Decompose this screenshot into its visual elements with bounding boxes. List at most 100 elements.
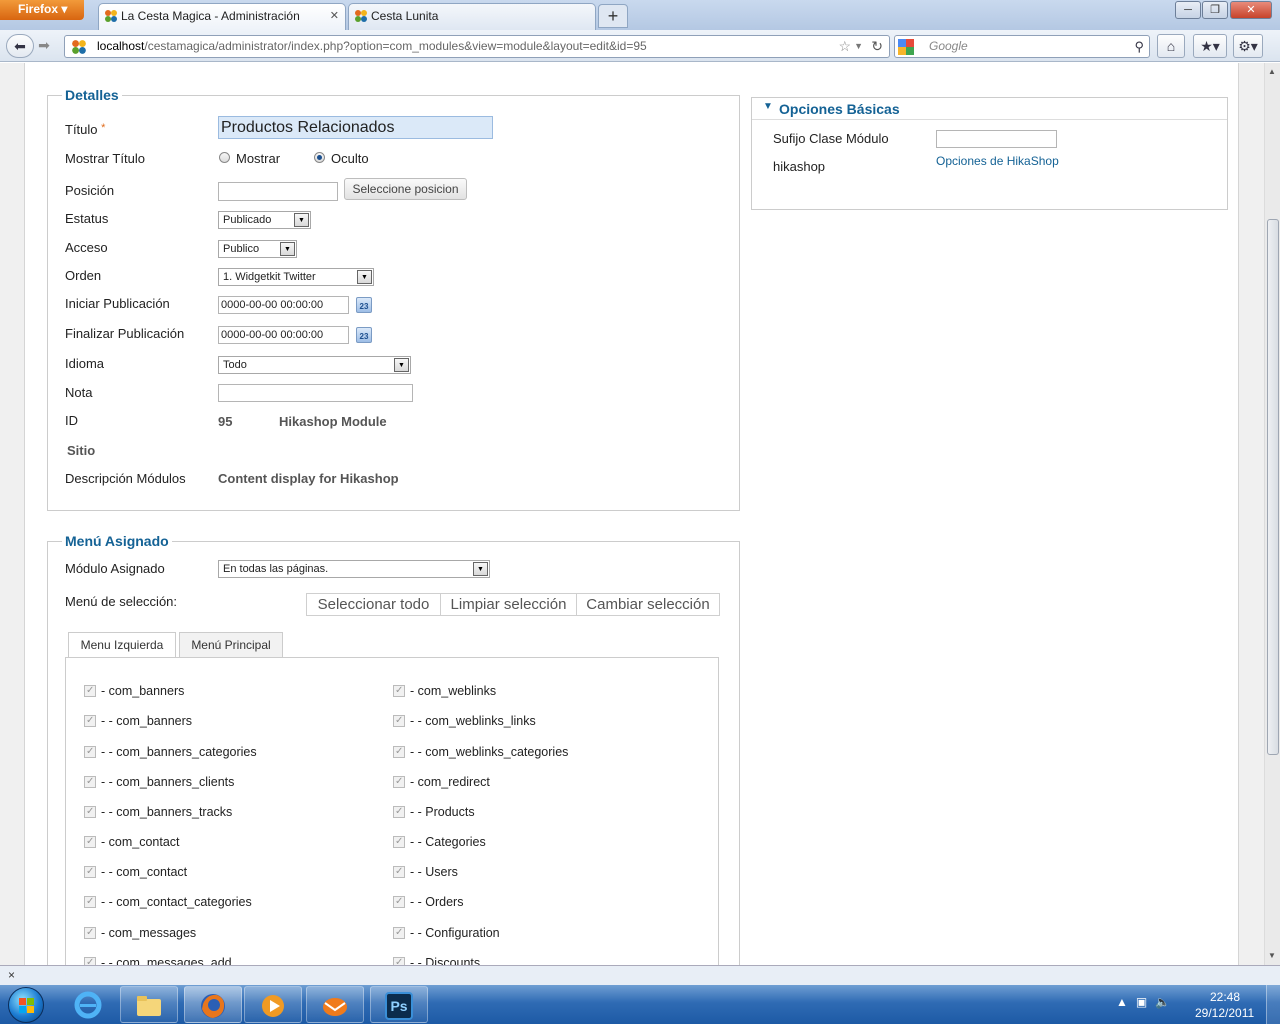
back-button[interactable]: ⬅ bbox=[6, 34, 34, 58]
seleccionar-todo-button[interactable]: Seleccionar todo bbox=[306, 593, 441, 616]
checkbox-checked-icon[interactable] bbox=[393, 895, 405, 909]
clock-date[interactable]: 29/12/2011 bbox=[1195, 1006, 1254, 1020]
tab-cesta-lunita[interactable]: Cesta Lunita bbox=[348, 3, 596, 30]
acceso-select[interactable]: Publico ▼ bbox=[218, 240, 297, 258]
minimize-button[interactable]: ─ bbox=[1175, 1, 1201, 19]
checkbox-checked-icon[interactable] bbox=[393, 775, 405, 789]
checkbox-checked-icon[interactable] bbox=[393, 835, 405, 849]
modulo-asignado-select[interactable]: En todas las páginas. ▼ bbox=[218, 560, 490, 578]
firefox-menu-button[interactable]: Firefox ▾ bbox=[0, 0, 84, 20]
network-icon[interactable]: ▣ bbox=[1136, 995, 1155, 1009]
scrollbar-thumb[interactable] bbox=[1267, 219, 1279, 755]
taskbar-firefox[interactable] bbox=[184, 986, 242, 1023]
menu-item[interactable]: - - Orders bbox=[393, 895, 463, 911]
checkbox-checked-icon[interactable] bbox=[84, 775, 96, 789]
estatus-select[interactable]: Publicado ▼ bbox=[218, 211, 311, 229]
tab-menu-principal[interactable]: Menú Principal bbox=[179, 632, 283, 658]
posicion-input[interactable] bbox=[218, 182, 338, 201]
bookmark-star-icon[interactable]: ☆ bbox=[838, 36, 851, 57]
calendar-icon[interactable]: 23 bbox=[356, 297, 372, 313]
tab-menu-izquierda[interactable]: Menu Izquierda bbox=[68, 632, 176, 659]
checkbox-checked-icon[interactable] bbox=[84, 835, 96, 849]
menu-item[interactable]: - - com_weblinks_categories bbox=[393, 745, 568, 761]
scroll-up-icon[interactable]: ▲ bbox=[1268, 67, 1276, 76]
forward-button[interactable]: ➡ bbox=[34, 34, 54, 58]
taskbar-internet-explorer[interactable] bbox=[60, 986, 118, 1023]
menu-item[interactable]: - - Users bbox=[393, 865, 458, 881]
taskbar-media-player[interactable] bbox=[244, 986, 302, 1023]
checkbox-checked-icon[interactable] bbox=[84, 714, 96, 728]
menu-item[interactable]: - - Discounts bbox=[393, 956, 480, 965]
checkbox-checked-icon[interactable] bbox=[393, 714, 405, 728]
mostrar-radio[interactable] bbox=[219, 152, 230, 163]
tray-expand-icon[interactable]: ▲ bbox=[1116, 995, 1136, 1009]
bookmarks-button[interactable]: ★▾ bbox=[1193, 34, 1227, 58]
titulo-input[interactable]: Productos Relacionados bbox=[218, 116, 493, 139]
checkbox-checked-icon[interactable] bbox=[84, 805, 96, 819]
menu-item[interactable]: - - Products bbox=[393, 805, 475, 821]
search-icon[interactable]: ⚲ bbox=[1134, 36, 1144, 57]
sufijo-clase-input[interactable] bbox=[936, 130, 1057, 148]
checkbox-checked-icon[interactable] bbox=[393, 865, 405, 879]
menu-item[interactable]: - com_contact bbox=[84, 835, 180, 851]
window-close-button[interactable]: ✕ bbox=[1230, 1, 1272, 19]
url-bar[interactable]: localhost/cestamagica/administrator/inde… bbox=[64, 35, 890, 58]
reload-icon[interactable]: ↻ bbox=[871, 36, 883, 57]
menu-item[interactable]: - com_redirect bbox=[393, 775, 490, 791]
calendar-icon[interactable]: 23 bbox=[356, 327, 372, 343]
checkbox-checked-icon[interactable] bbox=[84, 684, 96, 698]
menu-item[interactable]: - com_messages bbox=[84, 926, 196, 942]
orden-select[interactable]: 1. Widgetkit Twitter ▼ bbox=[218, 268, 374, 286]
tab-close-icon[interactable]: ✕ bbox=[330, 4, 339, 28]
taskbar-mail[interactable] bbox=[306, 986, 364, 1023]
menu-item[interactable]: - - com_banners_clients bbox=[84, 775, 234, 791]
volume-icon[interactable]: 🔈 bbox=[1155, 995, 1178, 1009]
checkbox-checked-icon[interactable] bbox=[84, 895, 96, 909]
scroll-down-icon[interactable]: ▼ bbox=[1268, 951, 1276, 960]
menu-item[interactable]: - com_weblinks bbox=[393, 684, 496, 700]
nota-input[interactable] bbox=[218, 384, 413, 402]
opciones-hikashop-link[interactable]: Opciones de HikaShop bbox=[936, 154, 1059, 168]
opciones-basicas-header[interactable]: ▼ Opciones Básicas bbox=[752, 98, 1227, 120]
taskbar-windows-explorer[interactable] bbox=[120, 986, 178, 1023]
addon-button[interactable]: ⚙▾ bbox=[1233, 34, 1263, 58]
checkbox-checked-icon[interactable] bbox=[393, 956, 405, 965]
maximize-button[interactable]: ❐ bbox=[1202, 1, 1228, 19]
checkbox-checked-icon[interactable] bbox=[84, 865, 96, 879]
home-button[interactable]: ⌂ bbox=[1157, 34, 1185, 58]
checkbox-checked-icon[interactable] bbox=[393, 684, 405, 698]
show-desktop-button[interactable] bbox=[1266, 985, 1280, 1024]
menu-item[interactable]: - com_banners bbox=[84, 684, 184, 700]
checkbox-checked-icon[interactable] bbox=[84, 956, 96, 965]
menu-item[interactable]: - - com_weblinks_links bbox=[393, 714, 536, 730]
close-icon[interactable]: × bbox=[8, 968, 15, 982]
checkbox-checked-icon[interactable] bbox=[393, 805, 405, 819]
tab-admin[interactable]: La Cesta Magica - Administración ✕ bbox=[98, 3, 346, 30]
menu-item[interactable]: - - com_banners_categories bbox=[84, 745, 257, 761]
vertical-scrollbar[interactable]: ▲ ▼ bbox=[1264, 63, 1280, 965]
cambiar-seleccion-button[interactable]: Cambiar selección bbox=[576, 593, 720, 616]
taskbar-photoshop[interactable]: Ps bbox=[370, 986, 428, 1023]
menu-item[interactable]: - - com_contact bbox=[84, 865, 187, 881]
menu-item[interactable]: - - Configuration bbox=[393, 926, 500, 942]
checkbox-checked-icon[interactable] bbox=[84, 745, 96, 759]
limpiar-seleccion-button[interactable]: Limpiar selección bbox=[440, 593, 577, 616]
idioma-select[interactable]: Todo ▼ bbox=[218, 356, 411, 374]
menu-item[interactable]: - - com_banners_tracks bbox=[84, 805, 232, 821]
menu-item[interactable]: - - Categories bbox=[393, 835, 486, 851]
menu-item[interactable]: - - com_banners bbox=[84, 714, 192, 730]
checkbox-checked-icon[interactable] bbox=[393, 745, 405, 759]
search-bar[interactable]: Google ⚲ bbox=[894, 35, 1150, 58]
clock-time[interactable]: 22:48 bbox=[1210, 990, 1240, 1004]
url-dropdown-icon[interactable]: ▼ bbox=[854, 36, 863, 57]
start-button[interactable] bbox=[8, 987, 44, 1023]
seleccione-posicion-button[interactable]: Seleccione posicion bbox=[344, 178, 467, 200]
menu-item[interactable]: - - com_messages_add bbox=[84, 956, 232, 965]
finalizar-publicacion-input[interactable]: 0000-00-00 00:00:00 bbox=[218, 326, 349, 344]
checkbox-checked-icon[interactable] bbox=[84, 926, 96, 940]
menu-item[interactable]: - - com_contact_categories bbox=[84, 895, 252, 911]
new-tab-button[interactable]: + bbox=[598, 4, 628, 28]
oculto-radio[interactable] bbox=[314, 152, 325, 163]
checkbox-checked-icon[interactable] bbox=[393, 926, 405, 940]
iniciar-publicacion-input[interactable]: 0000-00-00 00:00:00 bbox=[218, 296, 349, 314]
